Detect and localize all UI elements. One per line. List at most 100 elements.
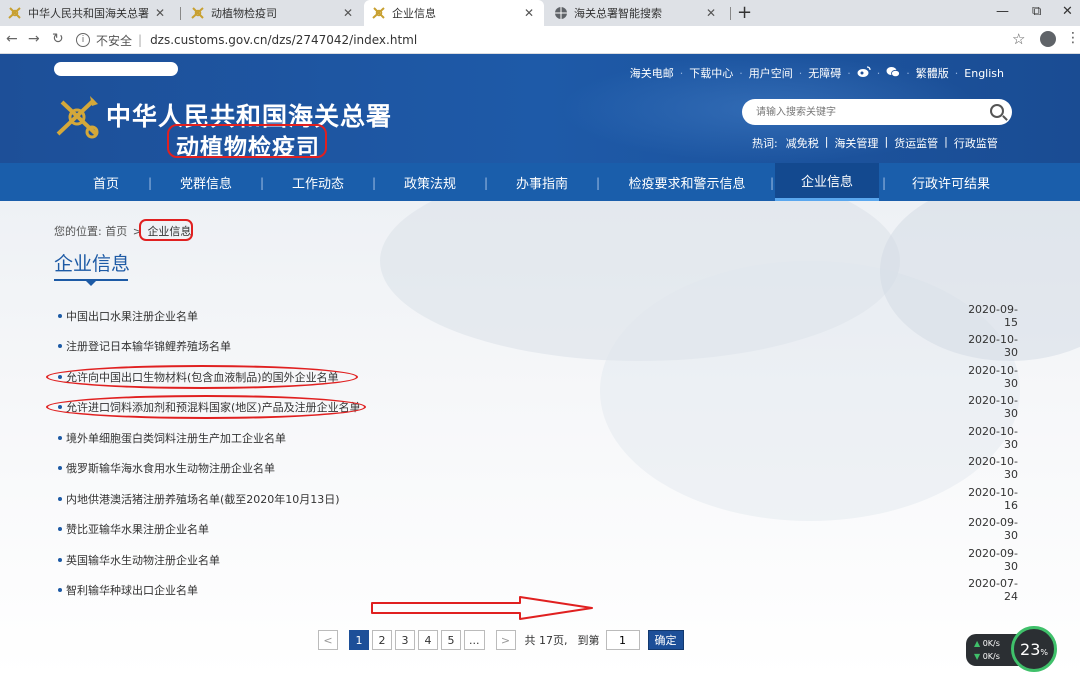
tab-close-icon[interactable]: ✕ [704,6,718,20]
list-item-date: 2020-09-30 [968,516,1018,542]
link-separator: · [739,66,743,80]
list-item-date: 2020-10-30 [968,425,1018,451]
link-download-center[interactable]: 下载中心 [689,65,733,81]
list-item[interactable]: 英国输华水生动物注册企业名单 2020-09-30 [58,545,1018,575]
nav-home[interactable]: 首页 [60,163,152,201]
pager-total: 共 17页, [524,634,568,647]
hot-words: 热词: 减免税 | 海关管理 | 货运监管 | 行政监管 [752,135,998,151]
list-item-date: 2020-07-24 [968,577,1018,603]
pager-prev-button[interactable]: < [318,630,338,650]
url-text[interactable]: dzs.customs.gov.cn/dzs/2747042/index.htm… [150,33,417,47]
tab-close-icon[interactable]: ✕ [522,6,536,20]
nav-enterprise-info[interactable]: 企业信息 [775,163,879,201]
pager-page-4[interactable]: 4 [418,630,438,650]
list-item[interactable]: 注册登记日本输华锦鲤养殖场名单 2020-10-30 [58,331,1018,361]
back-arrow-icon[interactable]: ← [6,31,18,47]
redaction-mark [54,62,178,76]
usage-gauge[interactable]: 23% [1011,626,1057,672]
hot-word-tax-exemption[interactable]: 减免税 [786,135,819,151]
tab-close-icon[interactable]: ✕ [153,6,167,20]
customs-emblem-icon [372,6,386,20]
tab-title: 动植物检疫司 [211,7,277,20]
hot-word-customs-management[interactable]: 海关管理 [834,135,878,151]
pager-page-2[interactable]: 2 [372,630,392,650]
list-item-title[interactable]: 中国出口水果注册企业名单 [66,308,958,324]
pager-page-5[interactable]: 5 [441,630,461,650]
pagination: < 1 2 3 4 5 ... > 共 17页, 到第 确定 [318,629,684,651]
bullet [58,527,62,531]
breadcrumb-home[interactable]: 首页 [105,225,127,238]
nav-separator: | [770,176,775,190]
tab-close-icon[interactable]: ✕ [341,6,355,20]
list-item[interactable]: 俄罗斯输华海水食用水生动物注册企业名单 2020-10-30 [58,453,1018,483]
annotation-arrow [371,596,593,620]
browser-tab-3-active[interactable]: 企业信息 ✕ [364,0,544,26]
link-accessibility[interactable]: 无障碍 [808,65,841,81]
nav-guide[interactable]: 办事指南 [496,163,588,201]
nav-party-info[interactable]: 党群信息 [160,163,252,201]
wechat-icon[interactable] [886,66,901,81]
main-nav: 首页 | 党群信息 | 工作动态 | 政策法规 | 办事指南 | 检疫要求和警示… [0,163,1080,201]
reload-icon[interactable]: ↻ [52,31,64,47]
hot-words-label: 热词: [752,137,778,150]
tab-title: 企业信息 [392,7,436,20]
link-email[interactable]: 海关电邮 [630,65,674,81]
window-restore-button[interactable]: ⧉ [1032,4,1041,19]
url-omnibox[interactable]: i 不安全 | dzs.customs.gov.cn/dzs/2747042/i… [76,30,1036,50]
bullet [58,497,62,501]
pager-goto-input[interactable] [605,630,640,650]
browser-menu-icon[interactable]: ⋮ [1066,30,1080,46]
list-item-title[interactable]: 俄罗斯输华海水食用水生动物注册企业名单 [66,460,958,476]
pager-page-3[interactable]: 3 [395,630,415,650]
upload-speed-value: 0K/s [982,639,1000,648]
bullet [58,588,62,592]
account-avatar-icon[interactable] [1040,31,1056,47]
hot-word-freight-supervision[interactable]: 货运监管 [894,135,938,151]
hot-word-separator: | [824,135,829,148]
nav-work-news[interactable]: 工作动态 [272,163,364,201]
link-traditional-chinese[interactable]: 繁體版 [916,65,949,81]
browser-tab-1[interactable]: 中华人民共和国海关总署 ✕ [0,0,175,26]
list-item-title[interactable]: 内地供港澳活猪注册养殖场名单(截至2020年10月13日) [66,491,958,507]
browser-tab-4[interactable]: 海关总署智能搜索 ✕ [546,0,726,26]
list-item[interactable]: 赞比亚输华水果注册企业名单 2020-09-30 [58,514,1018,544]
search-icon[interactable] [990,104,1004,118]
window-close-button[interactable]: ✕ [1062,4,1073,19]
link-english[interactable]: English [964,67,1004,80]
info-icon[interactable]: i [76,33,90,47]
hot-word-admin-supervision[interactable]: 行政监管 [954,135,998,151]
bookmark-star-icon[interactable]: ☆ [1012,30,1025,48]
pager-page-1[interactable]: 1 [349,630,369,650]
omnibox-divider: | [138,33,143,47]
link-separator: · [906,66,910,80]
pager-next-button[interactable]: > [495,630,516,650]
weibo-icon[interactable] [857,65,871,81]
list-item-title[interactable]: 注册登记日本输华锦鲤养殖场名单 [66,338,958,354]
browser-tab-2[interactable]: 动植物检疫司 ✕ [183,0,363,26]
list-item[interactable]: 境外单细胞蛋白类饲料注册生产加工企业名单 2020-10-30 [58,423,1018,453]
pager-confirm-button[interactable]: 确定 [647,630,684,650]
link-user-space[interactable]: 用户空间 [749,65,793,81]
download-speed: ▼ 0K/s [974,652,1000,661]
nav-license-results[interactable]: 行政许可结果 [896,163,1006,201]
list-item-title[interactable]: 赞比亚输华水果注册企业名单 [66,521,958,537]
nav-policies[interactable]: 政策法规 [384,163,476,201]
new-tab-button[interactable]: + [737,2,752,23]
search-input[interactable] [756,104,976,120]
bullet [58,314,62,318]
hot-word-separator: | [944,135,948,148]
forward-arrow-icon[interactable]: → [28,31,40,47]
hot-word-separator: | [884,135,889,148]
list-item-title[interactable]: 境外单细胞蛋白类饲料注册生产加工企业名单 [66,430,958,446]
nav-separator: | [260,176,265,190]
list-item[interactable]: 中国出口水果注册企业名单 2020-09-15 [58,301,1018,331]
site-search-box [742,99,1012,125]
list-item-date: 2020-10-30 [968,364,1018,390]
window-minimize-button[interactable]: — [996,4,1009,19]
annotation-circle-breadcrumb [139,219,193,241]
nav-quarantine-requirements[interactable]: 检疫要求和警示信息 [612,163,762,201]
pager-ellipsis[interactable]: ... [464,630,485,650]
list-item[interactable]: 内地供港澳活猪注册养殖场名单(截至2020年10月13日) 2020-10-16 [58,484,1018,514]
download-arrow-icon: ▼ [974,652,981,661]
list-item-title[interactable]: 英国输华水生动物注册企业名单 [66,552,958,568]
